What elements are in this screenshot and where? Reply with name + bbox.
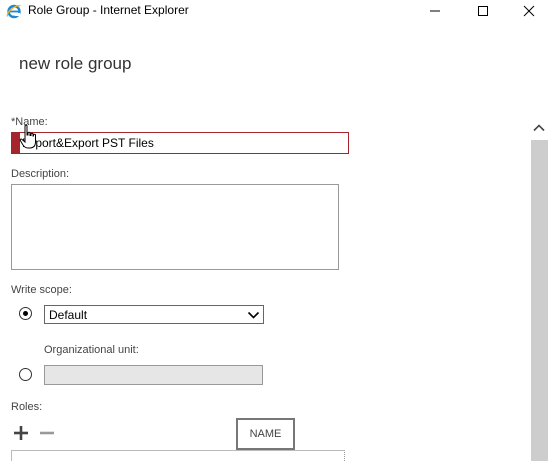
name-field[interactable] (11, 132, 349, 154)
browser-window: Role Group - Internet Explorer new role … (0, 0, 550, 461)
remove-icon (40, 431, 54, 435)
maximize-button[interactable] (460, 0, 506, 22)
minimize-icon (430, 10, 440, 12)
close-button[interactable] (506, 0, 550, 22)
write-scope-org-unit-radio[interactable] (19, 368, 32, 381)
description-label: Description: (11, 168, 70, 180)
roles-label: Roles: (11, 401, 43, 413)
chevron-up-icon (533, 124, 545, 132)
roles-name-column-header[interactable]: NAME (236, 418, 295, 450)
write-scope-select[interactable]: Default (44, 305, 264, 324)
radio-selected-dot (23, 311, 28, 316)
scrollbar-thumb[interactable] (531, 140, 548, 461)
remove-role-button[interactable] (38, 424, 56, 442)
description-field[interactable] (11, 184, 339, 270)
add-icon (14, 426, 28, 440)
org-unit-field[interactable] (44, 365, 263, 385)
internet-explorer-icon (6, 3, 22, 19)
maximize-icon (478, 6, 488, 16)
roles-list (11, 450, 345, 461)
chevron-down-icon (247, 311, 260, 319)
write-scope-default-radio[interactable] (19, 307, 32, 320)
scroll-up-button[interactable] (531, 120, 547, 136)
minimize-button[interactable] (412, 0, 458, 22)
name-input[interactable] (22, 133, 347, 153)
page-title: new role group (19, 54, 132, 73)
name-label: *Name: (11, 116, 48, 128)
write-scope-selected-value: Default (49, 308, 88, 322)
close-icon (523, 5, 535, 17)
write-scope-label: Write scope: (11, 284, 72, 296)
error-marker (12, 133, 20, 153)
title-bar: Role Group - Internet Explorer (0, 0, 550, 22)
org-unit-label: Organizational unit: (44, 344, 139, 356)
window-title: Role Group - Internet Explorer (28, 3, 189, 17)
add-role-button[interactable] (12, 424, 30, 442)
